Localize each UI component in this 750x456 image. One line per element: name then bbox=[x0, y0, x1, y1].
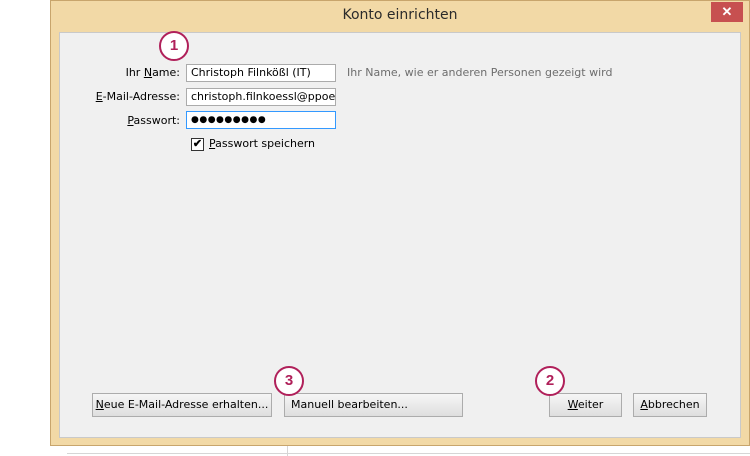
email-label: E-Mail-Adresse: bbox=[95, 90, 180, 103]
password-field[interactable]: ●●●●●●●●● bbox=[186, 111, 336, 129]
account-setup-dialog: Konto einrichten ✕ Ihr Name: Christoph F… bbox=[50, 0, 750, 446]
dialog-content: Ihr Name: Christoph Filnkößl (IT) Ihr Na… bbox=[59, 32, 741, 438]
password-label: Passwort: bbox=[127, 114, 180, 127]
title-bar[interactable]: Konto einrichten ✕ bbox=[51, 1, 749, 32]
dialog-title: Konto einrichten bbox=[342, 7, 458, 23]
background-bottom bbox=[0, 446, 750, 456]
save-password-checkbox[interactable]: ✔ bbox=[191, 138, 204, 151]
next-button[interactable]: Weiter bbox=[549, 393, 622, 417]
save-password-label[interactable]: Passwort speichern bbox=[209, 137, 315, 150]
close-button[interactable]: ✕ bbox=[711, 2, 743, 22]
new-email-button[interactable]: Neue E-Mail-Adresse erhalten... bbox=[92, 393, 272, 417]
checkmark-icon: ✔ bbox=[192, 138, 203, 150]
manual-edit-button[interactable]: Manuell bearbeiten... bbox=[284, 393, 463, 417]
email-field[interactable]: christoph.filnkoessl@ppoe. bbox=[186, 88, 336, 106]
cancel-button[interactable]: Abbrechen bbox=[633, 393, 707, 417]
name-hint: Ihr Name, wie er anderen Personen gezeig… bbox=[347, 66, 613, 79]
name-field[interactable]: Christoph Filnkößl (IT) bbox=[186, 64, 336, 82]
background-divider-tick bbox=[287, 446, 288, 456]
background-left bbox=[0, 0, 50, 456]
annotation-badge-1: 1 bbox=[159, 31, 189, 61]
annotation-badge-3: 3 bbox=[274, 366, 304, 396]
background-divider bbox=[67, 453, 750, 454]
close-icon: ✕ bbox=[721, 4, 733, 19]
annotation-badge-2: 2 bbox=[535, 366, 565, 396]
name-label: Ihr Name: bbox=[125, 66, 180, 79]
